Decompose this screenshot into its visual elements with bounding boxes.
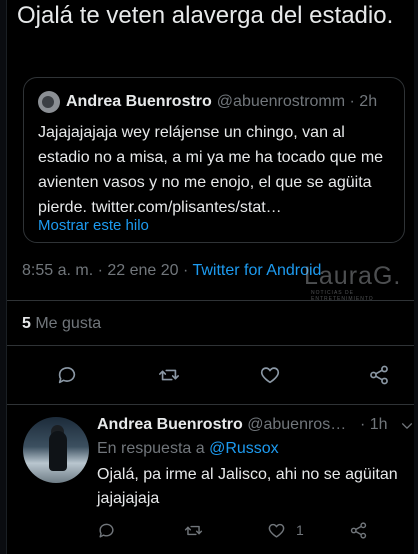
likes-number: 5 [22, 315, 31, 332]
quoted-author-name[interactable]: Andrea Buenrostro [66, 93, 212, 111]
quoted-author-avatar[interactable] [38, 91, 60, 113]
in-reply-to: En respuesta a @Russox [97, 440, 279, 458]
reply-author-name[interactable]: Andrea Buenrostro [97, 416, 243, 433]
share-button[interactable] [366, 362, 392, 388]
reply-share-button[interactable] [349, 519, 368, 541]
tweet-client-link[interactable]: Twitter for Android [192, 262, 321, 279]
retweet-icon [159, 369, 179, 381]
avatar-figure-body [49, 431, 67, 471]
reply-icon [58, 367, 76, 384]
reply-author-avatar[interactable] [23, 417, 89, 483]
share-icon [370, 365, 388, 385]
reply-retweet-button[interactable] [184, 519, 203, 541]
divider [7, 300, 414, 301]
quoted-author-handle: @abuenrostromm · 2h [216, 93, 378, 110]
reply-author-handle: @abuenros… [242, 416, 347, 433]
heart-icon [260, 367, 280, 384]
tweet-detail-view: Ojalá te veten alaverga del estadio. And… [6, 0, 414, 554]
quoted-tweet-header: Andrea Buenrostro @abuenrostromm · 2h [38, 91, 377, 113]
reply-like-button[interactable]: 1 [267, 519, 304, 541]
tweet-metadata: 8:55 a. m. · 22 ene 20 · Twitter for And… [22, 262, 321, 280]
share-icon [350, 521, 367, 539]
reply-header: Andrea Buenrostro @abuenros… [97, 416, 346, 434]
reply-like-count: 1 [296, 522, 304, 538]
tweet-body-text: Ojalá te veten alaverga del estadio. [17, 2, 394, 29]
reply-timestamp[interactable]: · 1h [360, 416, 388, 434]
like-button[interactable] [257, 362, 283, 388]
heart-icon [268, 523, 285, 538]
watermark-logo: LauraG. [304, 262, 402, 290]
reply-mention-link[interactable]: @Russox [209, 440, 279, 457]
retweet-icon [184, 525, 203, 535]
chevron-down-icon[interactable] [400, 419, 414, 433]
reply-icon [99, 523, 114, 538]
show-thread-link[interactable]: Mostrar este hilo [38, 217, 149, 234]
tweet-action-bar [7, 362, 414, 392]
retweet-button[interactable] [156, 362, 182, 388]
quoted-tweet-card[interactable]: Andrea Buenrostro @abuenrostromm · 2h Ja… [23, 77, 405, 243]
reply-text: Ojalá, pa irme al Jalisco, ahi no se agü… [97, 466, 398, 507]
divider [7, 345, 414, 346]
in-reply-to-label: En respuesta a [97, 440, 210, 457]
quoted-tweet-text: Jajajajajaja wey relájense un chingo, va… [38, 124, 384, 216]
reply-reply-button[interactable] [97, 519, 116, 541]
reply-button[interactable] [54, 362, 80, 388]
likes-count[interactable]: 5 Me gusta [22, 315, 101, 333]
reply-action-bar: 1 [7, 519, 414, 545]
tweet-timestamp[interactable]: 8:55 a. m. · 22 ene 20 · [22, 262, 192, 279]
reply-tweet[interactable]: Andrea Buenrostro @abuenros… · 1h En res… [7, 405, 414, 554]
likes-label: Me gusta [30, 315, 102, 332]
